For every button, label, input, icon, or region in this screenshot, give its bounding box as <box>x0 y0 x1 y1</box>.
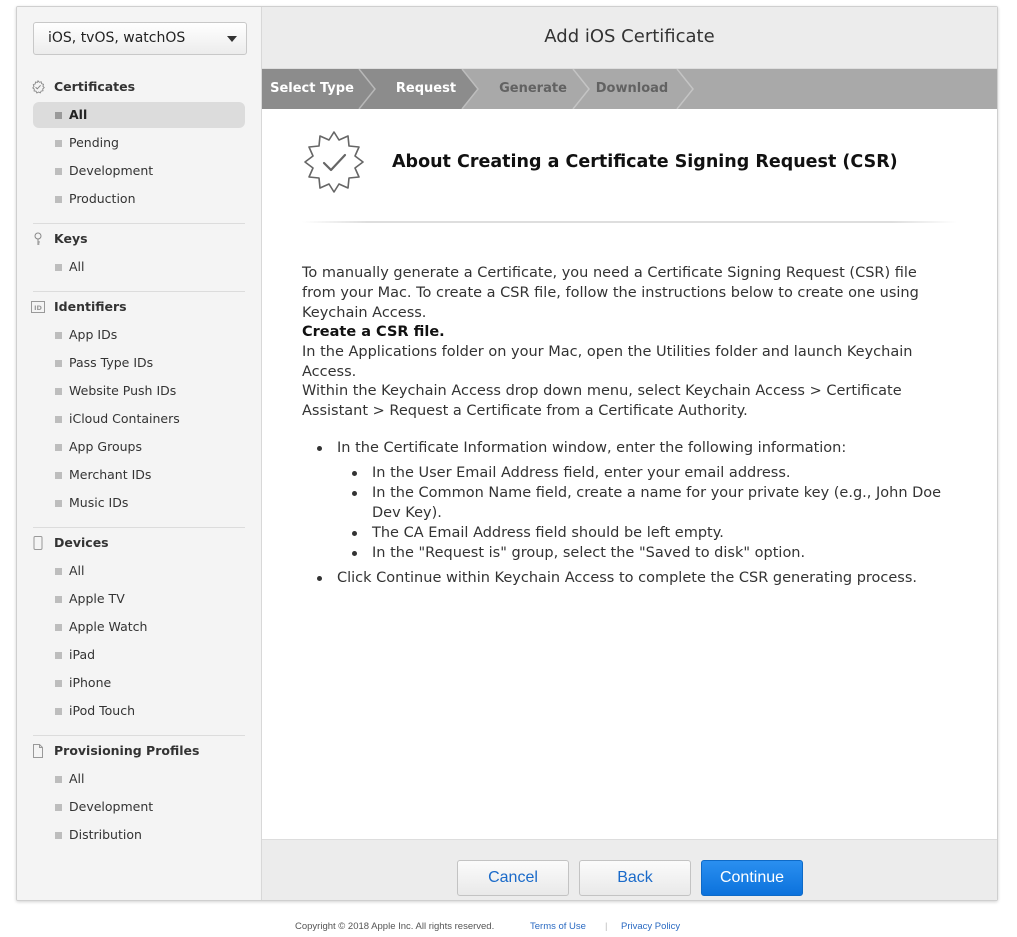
device-icon <box>33 536 43 550</box>
title-divider <box>302 221 957 223</box>
copyright-text: Copyright © 2018 Apple Inc. All rights r… <box>295 921 495 932</box>
app-window: iOS, tvOS, watchOS Certificates All Pend… <box>16 6 998 901</box>
id-icon: ID <box>31 301 45 313</box>
page-title: Add iOS Certificate <box>262 7 997 69</box>
create-csr-section: Create a CSR file. In the Applications f… <box>302 322 942 382</box>
back-button[interactable]: Back <box>579 860 691 896</box>
footer-separator: | <box>605 921 608 932</box>
step-select-type[interactable]: Select Type <box>262 69 362 109</box>
sidebar-item-iphone[interactable]: iPhone <box>33 670 245 696</box>
sidebar-item-devices-all[interactable]: All <box>33 558 245 584</box>
sidebar-item-profiles-development[interactable]: Development <box>33 794 245 820</box>
sidebar-item-app-ids[interactable]: App IDs <box>33 322 245 348</box>
content-area: About Creating a Certificate Signing Req… <box>262 109 997 839</box>
sidebar-divider <box>33 291 245 292</box>
key-icon <box>34 232 42 245</box>
button-bar: Cancel Back Continue <box>262 839 997 900</box>
privacy-policy-link[interactable]: Privacy Policy <box>621 921 680 932</box>
create-csr-heading: Create a CSR file. <box>302 324 445 340</box>
certificate-icon <box>32 80 45 94</box>
sidebar-item-apple-tv[interactable]: Apple TV <box>33 586 245 612</box>
document-icon <box>33 744 43 758</box>
step-generate[interactable]: Generate <box>483 69 583 109</box>
platform-select[interactable]: iOS, tvOS, watchOS <box>33 22 247 55</box>
sidebar-divider <box>33 527 245 528</box>
list-item: The CA Email Address field should be lef… <box>352 523 942 543</box>
cancel-button[interactable]: Cancel <box>457 860 569 896</box>
content-title: About Creating a Certificate Signing Req… <box>392 152 898 172</box>
list-item: In the Common Name field, create a name … <box>352 483 942 523</box>
list-item: In the Certificate Information window, e… <box>317 438 937 458</box>
terms-of-use-link[interactable]: Terms of Use <box>530 921 586 932</box>
sidebar-item-website-push-ids[interactable]: Website Push IDs <box>33 378 245 404</box>
sidebar-item-ipad[interactable]: iPad <box>33 642 245 668</box>
sidebar-item-pass-type-ids[interactable]: Pass Type IDs <box>33 350 245 376</box>
svg-text:ID: ID <box>34 304 42 312</box>
sidebar-divider <box>33 223 245 224</box>
sidebar-item-icloud-containers[interactable]: iCloud Containers <box>33 406 245 432</box>
intro-paragraph: To manually generate a Certificate, you … <box>302 265 919 321</box>
sidebar-item-app-groups[interactable]: App Groups <box>33 434 245 460</box>
sidebar-item-certificates-production[interactable]: Production <box>33 186 245 212</box>
create-csr-text: In the Applications folder on your Mac, … <box>302 344 913 380</box>
page-footer: Copyright © 2018 Apple Inc. All rights r… <box>0 918 1017 936</box>
sidebar-item-ipod-touch[interactable]: iPod Touch <box>33 698 245 724</box>
sidebar-item-certificates-development[interactable]: Development <box>33 158 245 184</box>
main-panel: Add iOS Certificate Select Type Request … <box>262 7 997 900</box>
step-download[interactable]: Download <box>582 69 682 109</box>
keychain-menu-paragraph: Within the Keychain Access drop down men… <box>302 383 902 419</box>
list-item: In the "Request is" group, select the "S… <box>352 543 942 563</box>
certificate-badge-icon <box>304 131 364 193</box>
sidebar: iOS, tvOS, watchOS Certificates All Pend… <box>17 7 262 900</box>
list-item: Click Continue within Keychain Access to… <box>317 568 937 588</box>
step-progress-bar: Select Type Request Generate Download <box>262 69 997 109</box>
sidebar-item-certificates-pending[interactable]: Pending <box>33 130 245 156</box>
continue-button[interactable]: Continue <box>701 860 803 896</box>
sidebar-item-certificates-all[interactable]: All <box>33 102 245 128</box>
sidebar-item-music-ids[interactable]: Music IDs <box>33 490 245 516</box>
step-request[interactable]: Request <box>376 69 476 109</box>
chevron-down-icon <box>227 36 237 42</box>
platform-select-value: iOS, tvOS, watchOS <box>48 30 186 46</box>
list-item: In the User Email Address field, enter y… <box>352 463 942 483</box>
sidebar-item-keys-all[interactable]: All <box>33 254 245 280</box>
sidebar-divider <box>33 735 245 736</box>
sidebar-item-apple-watch[interactable]: Apple Watch <box>33 614 245 640</box>
sidebar-item-profiles-distribution[interactable]: Distribution <box>33 822 245 848</box>
sidebar-item-profiles-all[interactable]: All <box>33 766 245 792</box>
sidebar-item-merchant-ids[interactable]: Merchant IDs <box>33 462 245 488</box>
